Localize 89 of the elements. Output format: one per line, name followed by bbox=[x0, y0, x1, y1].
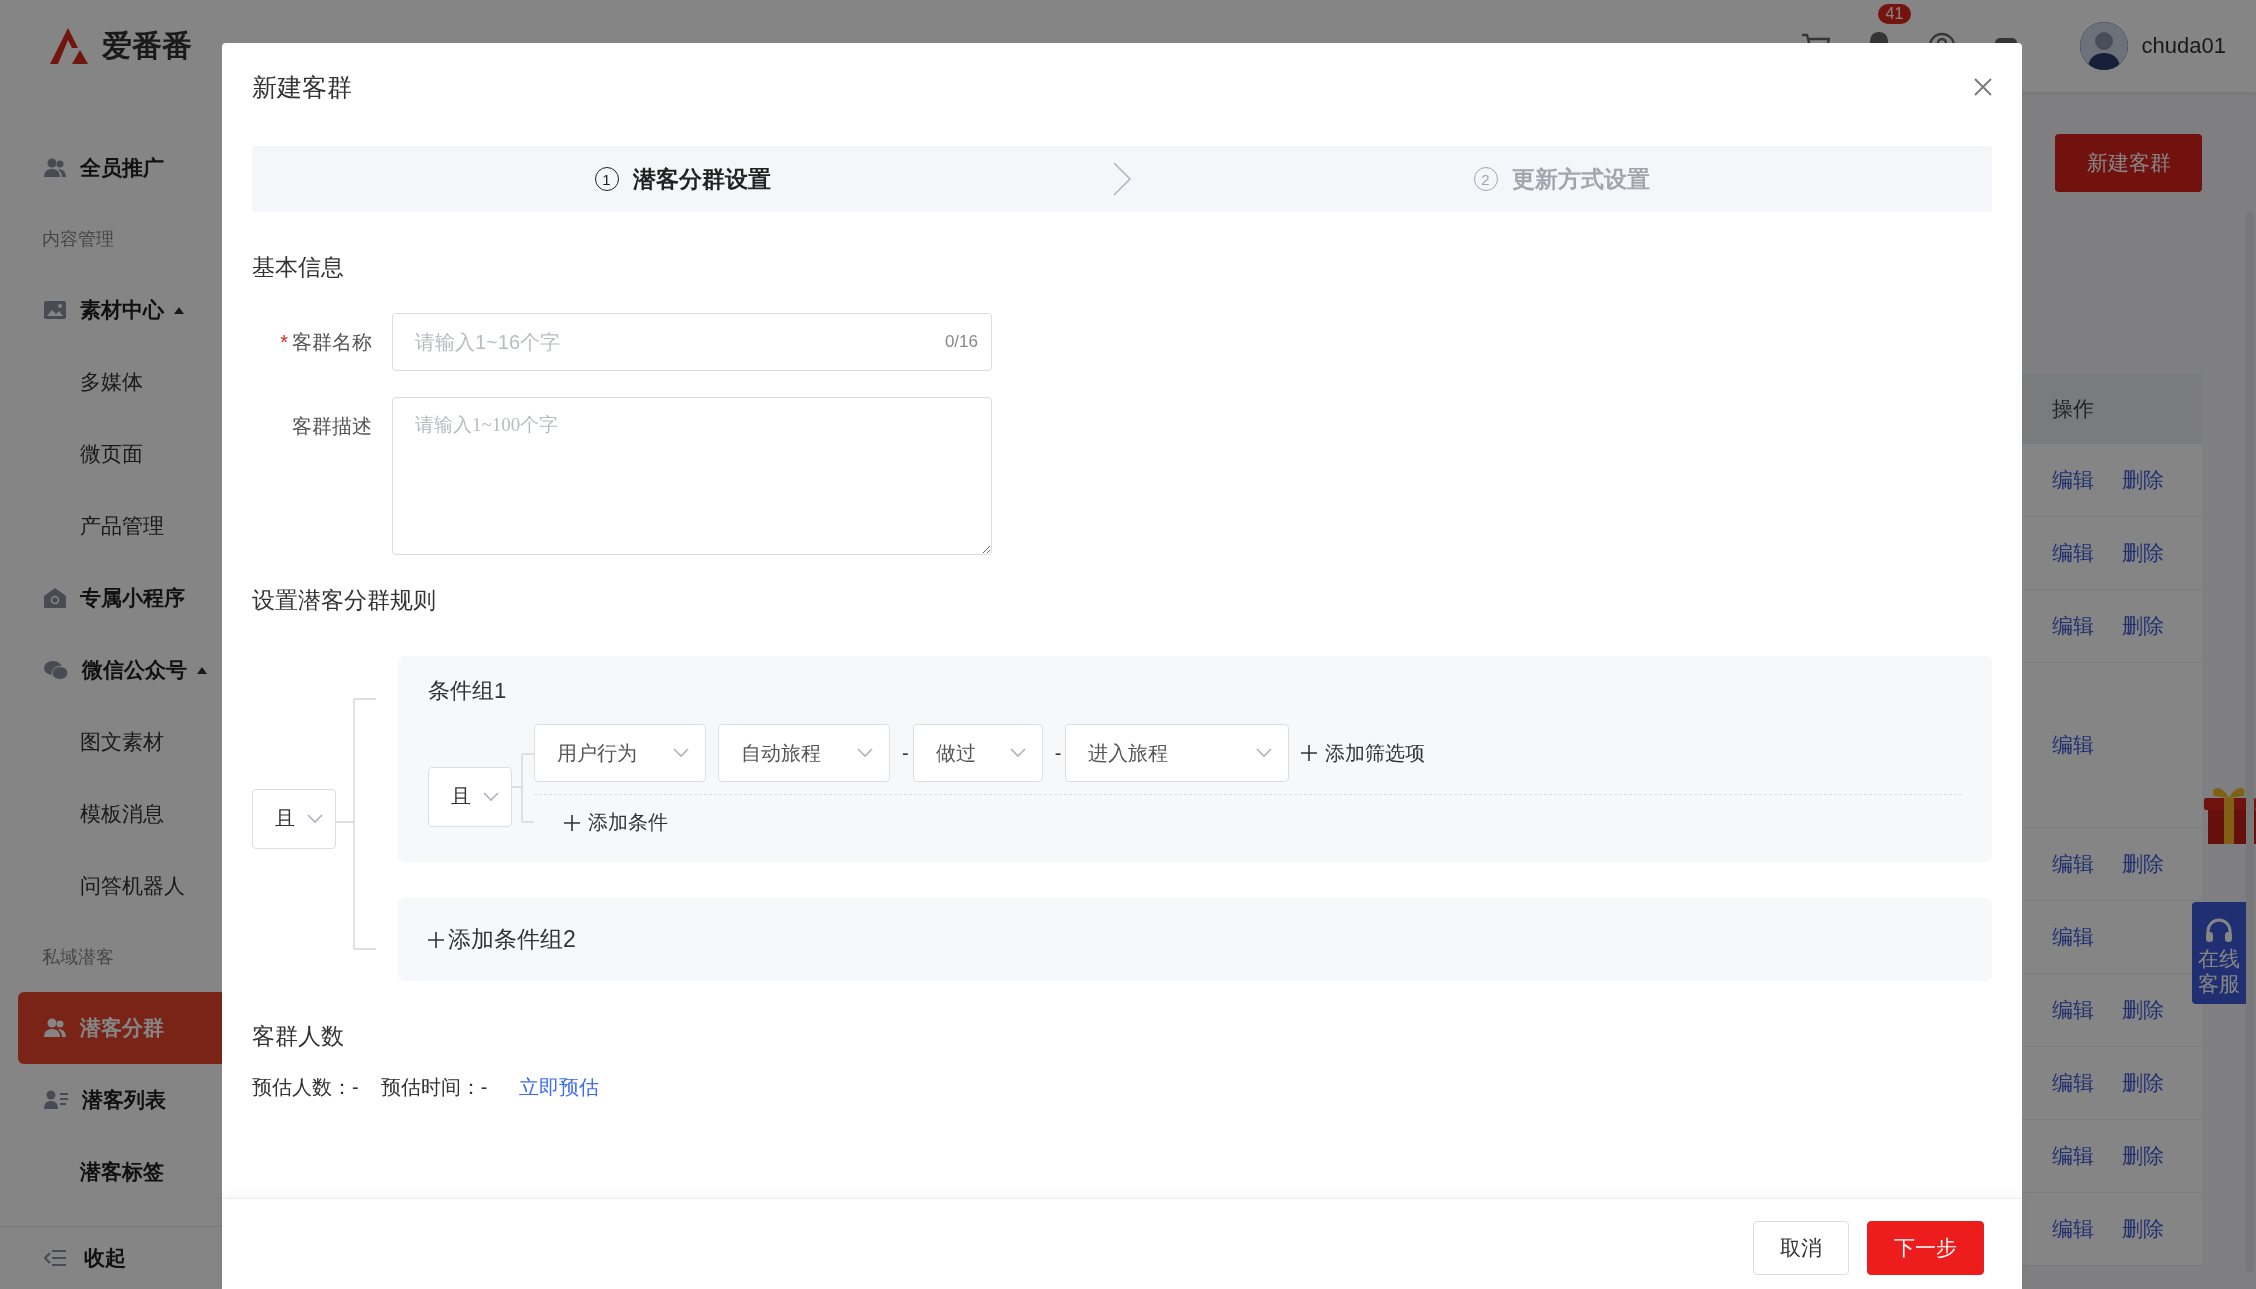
filter-select[interactable]: 做过 bbox=[912, 724, 1043, 782]
image-icon bbox=[44, 301, 66, 319]
sidebar-item[interactable]: 图文素材 bbox=[18, 706, 222, 778]
table-action-link[interactable]: 编辑 bbox=[2052, 1142, 2094, 1170]
sidebar-item[interactable]: 潜客列表 bbox=[18, 1064, 222, 1136]
table-action-link[interactable]: 编辑 bbox=[2052, 612, 2094, 640]
field-label: 客群名称 bbox=[292, 331, 372, 353]
table-action-link[interactable]: 编辑 bbox=[2052, 996, 2094, 1024]
logic-select[interactable]: 且 bbox=[252, 788, 336, 849]
plus-icon bbox=[564, 814, 580, 831]
people-icon bbox=[44, 158, 66, 178]
group-title: 条件组1 bbox=[428, 677, 508, 705]
online-service-widget[interactable]: 在线客服 bbox=[2192, 902, 2246, 1005]
estimate-link[interactable]: 立即预估 bbox=[519, 1074, 600, 1101]
logo-text: 爱番番 bbox=[102, 27, 192, 64]
sidebar-section-label: 私域潜客 bbox=[42, 946, 114, 969]
table-action-link[interactable]: 删除 bbox=[2122, 466, 2164, 494]
table-action-link[interactable]: 删除 bbox=[2122, 850, 2164, 878]
separator-dash: - bbox=[902, 741, 909, 765]
chevron-down-icon bbox=[673, 748, 689, 758]
sidebar-section-label: 内容管理 bbox=[42, 228, 114, 251]
table-action-link[interactable]: 删除 bbox=[2122, 996, 2164, 1024]
sidebar-item[interactable]: 潜客标签 bbox=[18, 1136, 222, 1208]
estimated-count: 预估人数：- bbox=[252, 1075, 359, 1100]
logic-select[interactable]: 且 bbox=[428, 766, 512, 827]
plus-icon bbox=[428, 931, 444, 948]
chevron-right-icon bbox=[1113, 162, 1131, 196]
chevron-down-icon bbox=[1009, 748, 1026, 758]
close-icon[interactable] bbox=[1974, 78, 1992, 96]
sidebar-item[interactable]: 微信公众号 bbox=[18, 634, 222, 706]
caret-icon bbox=[174, 306, 184, 314]
dialog-title: 新建客群 bbox=[252, 71, 352, 103]
add-group-button[interactable]: 添加条件组2 bbox=[428, 924, 576, 955]
notification-badge: 41 bbox=[1877, 4, 1912, 24]
description-field[interactable]: 请输入1~100个字 bbox=[392, 397, 992, 555]
sidebar-item[interactable]: 素材中心 bbox=[18, 274, 222, 346]
username[interactable]: chuda01 bbox=[2141, 33, 2226, 59]
section-heading: 客群人数 bbox=[252, 1022, 345, 1051]
table-action-link[interactable]: 删除 bbox=[2122, 539, 2164, 567]
sidebar-item[interactable]: 微页面 bbox=[18, 418, 222, 490]
sidebar-item[interactable]: 模板消息 bbox=[18, 778, 222, 850]
table-action-link[interactable]: 删除 bbox=[2122, 612, 2164, 640]
new-group-button[interactable]: 新建客群 bbox=[2055, 134, 2202, 192]
character-counter: 0/16 bbox=[944, 332, 978, 352]
estimated-time: 预估时间：- bbox=[380, 1075, 488, 1100]
required-asterisk: * bbox=[280, 331, 288, 353]
plus-icon bbox=[1301, 745, 1318, 761]
connector-line bbox=[512, 753, 534, 823]
chevron-down-icon bbox=[483, 791, 499, 802]
cancel-button[interactable]: 取消 bbox=[1753, 1221, 1849, 1275]
table-action-link[interactable]: 编辑 bbox=[2052, 850, 2094, 878]
caret-icon bbox=[197, 666, 207, 674]
next-button[interactable]: 下一步 bbox=[1867, 1221, 1984, 1275]
chevron-down-icon bbox=[1256, 748, 1273, 758]
sidebar-item[interactable]: 全员推广 bbox=[18, 132, 222, 204]
add-condition-button[interactable]: 添加条件 bbox=[564, 809, 1962, 836]
section-heading: 设置潜客分群规则 bbox=[252, 586, 437, 615]
sidebar-item[interactable]: 问答机器人 bbox=[18, 850, 222, 922]
avatar[interactable] bbox=[2079, 22, 2128, 70]
table-action-link[interactable]: 编辑 bbox=[2052, 466, 2094, 494]
section-heading: 基本信息 bbox=[252, 253, 345, 282]
collapse-icon bbox=[44, 1249, 66, 1267]
people-icon bbox=[44, 1018, 66, 1038]
table-action-link[interactable]: 编辑 bbox=[2052, 539, 2094, 567]
scrollbar[interactable] bbox=[2246, 212, 2254, 1272]
table-action-link[interactable]: 编辑 bbox=[2052, 1215, 2094, 1243]
sidebar-item[interactable]: 产品管理 bbox=[18, 490, 222, 562]
step[interactable]: 1 潜客分群设置 bbox=[252, 163, 1113, 195]
filter-select[interactable]: 自动旅程 bbox=[718, 724, 890, 782]
table-action-link[interactable]: 编辑 bbox=[2052, 1069, 2094, 1097]
house-icon bbox=[44, 588, 66, 608]
chevron-down-icon bbox=[307, 813, 323, 824]
table-action-link[interactable]: 删除 bbox=[2122, 1142, 2164, 1170]
sidebar-item[interactable]: 专属小程序 bbox=[18, 562, 222, 634]
add-filter-button[interactable]: 添加筛选项 bbox=[1301, 739, 1426, 767]
filter-select[interactable]: 用户行为 bbox=[534, 724, 706, 782]
separator-dash: - bbox=[1054, 741, 1062, 765]
field-label: 客群描述 bbox=[292, 415, 372, 437]
table-action-link[interactable]: 删除 bbox=[2122, 1069, 2164, 1097]
sidebar-item[interactable]: 潜客分群 bbox=[18, 992, 222, 1064]
table-action-link[interactable]: 删除 bbox=[2122, 1215, 2164, 1243]
table-action-link[interactable]: 编辑 bbox=[2052, 923, 2094, 951]
chat-bubbles-icon bbox=[44, 660, 68, 680]
filter-select[interactable]: 进入旅程 bbox=[1065, 724, 1290, 782]
table-action-link[interactable]: 编辑 bbox=[2052, 731, 2094, 759]
column-header: 操作 bbox=[2051, 396, 2095, 422]
contact-list-icon bbox=[44, 1090, 68, 1110]
chevron-down-icon bbox=[857, 748, 873, 758]
sidebar-item[interactable]: 多媒体 bbox=[18, 346, 222, 418]
